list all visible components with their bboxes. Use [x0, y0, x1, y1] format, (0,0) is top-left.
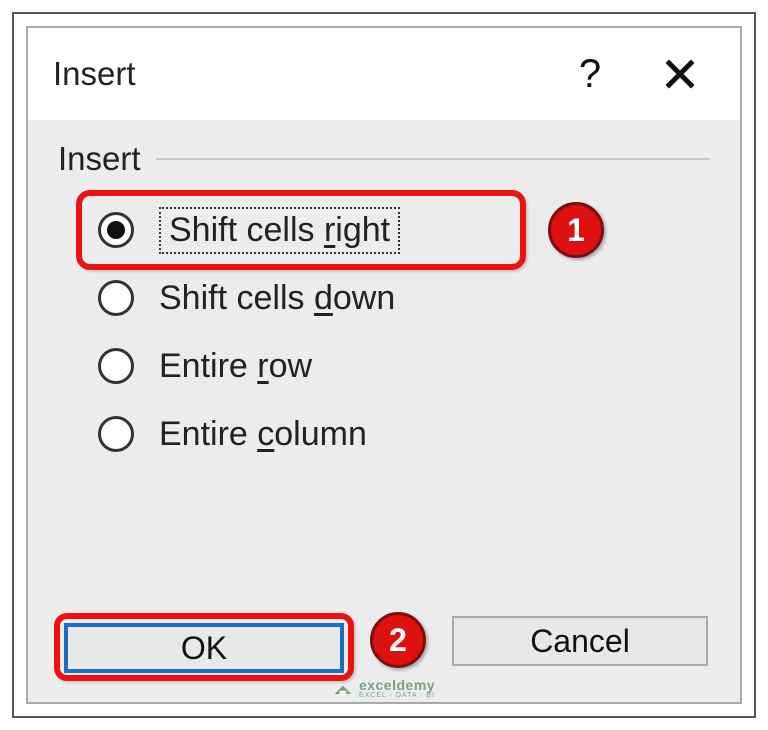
radio-indicator-icon	[98, 212, 134, 248]
radio-label: Shift cells right	[159, 207, 400, 254]
radio-group: Shift cells right Shift cells down Entir…	[58, 196, 710, 468]
radio-shift-right[interactable]: Shift cells right	[58, 196, 710, 264]
titlebar: Insert ?	[28, 28, 740, 120]
watermark-subtext: EXCEL · DATA · BI	[359, 692, 435, 699]
radio-label: Entire column	[159, 415, 367, 454]
watermark-text: exceldemy	[359, 678, 435, 692]
radio-label: Shift cells down	[159, 279, 395, 318]
exceldemy-logo-icon	[333, 679, 353, 699]
watermark: exceldemy EXCEL · DATA · BI	[333, 678, 435, 699]
insert-dialog: Insert ? Insert Shift cells right Shift …	[26, 26, 742, 704]
radio-entire-row[interactable]: Entire row	[58, 332, 710, 400]
cancel-button[interactable]: Cancel	[452, 616, 708, 666]
annotation-badge-2: 2	[370, 612, 426, 668]
radio-indicator-icon	[98, 416, 134, 452]
ok-button[interactable]: OK	[64, 623, 344, 673]
dialog-buttons: OK 2 Cancel	[58, 612, 710, 684]
dialog-title: Insert	[53, 55, 545, 93]
radio-shift-down[interactable]: Shift cells down	[58, 264, 710, 332]
annotation-badge-1: 1	[548, 202, 604, 258]
dialog-body: Insert Shift cells right Shift cells dow…	[28, 120, 740, 702]
radio-indicator-icon	[98, 280, 134, 316]
group-label: Insert	[58, 140, 141, 178]
help-button[interactable]: ?	[545, 34, 635, 114]
group-divider	[156, 158, 710, 160]
ok-button-wrap: OK	[58, 617, 354, 679]
group-header: Insert	[58, 140, 710, 178]
screenshot-frame: Insert ? Insert Shift cells right Shift …	[12, 12, 756, 718]
close-icon	[663, 57, 697, 91]
radio-entire-column[interactable]: Entire column	[58, 400, 710, 468]
radio-indicator-icon	[98, 348, 134, 384]
radio-label: Entire row	[159, 347, 312, 386]
close-button[interactable]	[635, 34, 725, 114]
